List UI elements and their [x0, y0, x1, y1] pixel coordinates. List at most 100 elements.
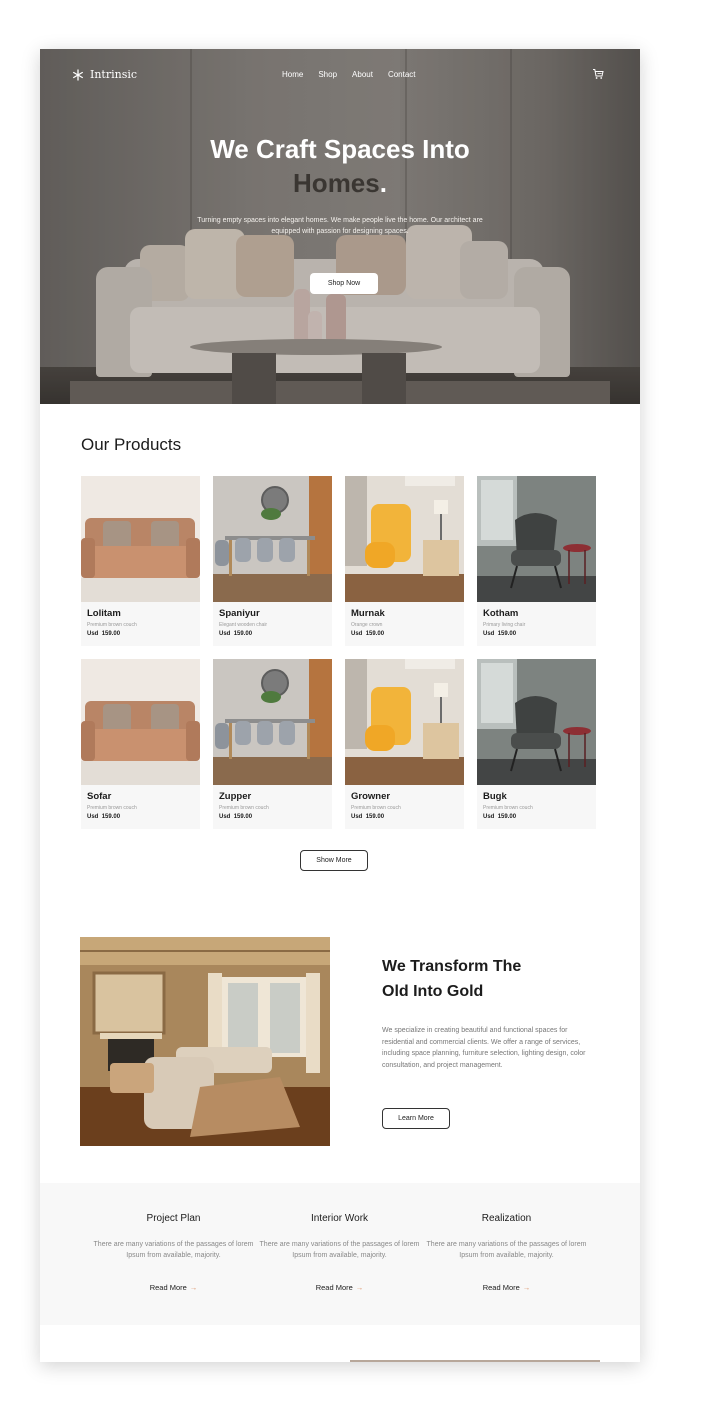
product-price: Usd 159.00: [219, 631, 252, 637]
product-image-gray-chair: [477, 476, 596, 602]
product-card[interactable]: Murnak Orange crown Usd 159.00: [345, 476, 464, 646]
about-text: We specialize in creating beautiful and …: [382, 1027, 586, 1069]
hero-title-dot: .: [379, 168, 387, 198]
products-title: Our Products: [81, 435, 182, 454]
product-currency: Usd: [351, 631, 363, 637]
feature-text: There are many variations of the passage…: [259, 1241, 420, 1259]
hero-title-line1: We Craft Spaces Into: [210, 134, 470, 164]
product-price: Usd 159.00: [483, 814, 516, 820]
feature-title: Project Plan: [146, 1213, 201, 1224]
landing-page: Intrinsic Home Shop About Contact We Cra…: [40, 49, 640, 1362]
product-desc: Premium brown couch: [219, 805, 269, 811]
product-currency: Usd: [483, 814, 495, 820]
product-card[interactable]: Zupper Premium brown couch Usd 159.00: [213, 659, 332, 829]
about-title-line1: We Transform The: [382, 958, 522, 975]
next-section-image-edge: [350, 1360, 600, 1362]
learn-more-button[interactable]: Learn More: [382, 1108, 450, 1129]
product-name: Zupper: [219, 791, 252, 802]
product-name: Murnak: [351, 608, 385, 619]
feature-title: Realization: [481, 1213, 532, 1224]
hero-title-highlight: Homes: [293, 168, 380, 198]
product-card[interactable]: Bugk Premium brown couch Usd 159.00: [477, 659, 596, 829]
product-currency: Usd: [219, 631, 231, 637]
read-more-link[interactable]: Read More →: [90, 1283, 257, 1292]
product-desc: Premium brown couch: [483, 805, 533, 811]
product-name: Sofar: [87, 791, 112, 802]
product-card[interactable]: Kotham Primary living chair Usd 159.00: [477, 476, 596, 646]
cart-icon[interactable]: [592, 67, 604, 79]
read-more-link[interactable]: Read More →: [423, 1283, 590, 1292]
product-currency: Usd: [87, 814, 99, 820]
hero-section: Intrinsic Home Shop About Contact We Cra…: [40, 49, 640, 404]
product-price: Usd 159.00: [351, 814, 384, 820]
nav-link-shop[interactable]: Shop: [318, 70, 337, 79]
product-price: Usd 159.00: [219, 814, 252, 820]
product-price-value: 159.00: [101, 814, 121, 820]
show-more-button[interactable]: Show More: [300, 850, 368, 871]
product-currency: Usd: [219, 814, 231, 820]
brand-name: Intrinsic: [90, 68, 138, 81]
product-price-value: 159.00: [365, 814, 385, 820]
product-price-value: 159.00: [101, 631, 121, 637]
product-card[interactable]: Growner Premium brown couch Usd 159.00: [345, 659, 464, 829]
about-living-room-image: [80, 937, 330, 1146]
shop-now-button[interactable]: Shop Now: [310, 273, 378, 294]
product-card[interactable]: Lolitam Premium brown couch Usd 159.00: [81, 476, 200, 646]
product-name: Bugk: [483, 791, 507, 802]
hero-subtitle: Turning empty spaces into elegant homes.…: [197, 217, 483, 235]
product-price-value: 159.00: [233, 631, 253, 637]
product-card[interactable]: Sofar Premium brown couch Usd 159.00: [81, 659, 200, 829]
nav-link-home[interactable]: Home: [282, 70, 303, 79]
product-price-value: 159.00: [497, 814, 517, 820]
product-price: Usd 159.00: [483, 631, 516, 637]
product-desc: Primary living chair: [483, 622, 526, 628]
nav-links: Home Shop About Contact: [282, 70, 431, 79]
arrow-right-icon: →: [355, 1283, 364, 1292]
product-currency: Usd: [351, 814, 363, 820]
product-desc: Premium brown couch: [87, 805, 137, 811]
about-title-line2: Old Into Gold: [382, 983, 484, 1000]
product-image-yellow-chair: [345, 659, 464, 785]
read-more-label: Read More: [149, 1283, 187, 1292]
product-currency: Usd: [483, 631, 495, 637]
hero-title-line2: Homes.: [40, 166, 640, 200]
product-desc: Premium brown couch: [351, 805, 401, 811]
product-price: Usd 159.00: [87, 814, 120, 820]
product-price-value: 159.00: [365, 631, 385, 637]
nav-link-about[interactable]: About: [352, 70, 373, 79]
features-section: Project Plan There are many variations o…: [40, 1183, 640, 1325]
read-more-link[interactable]: Read More →: [256, 1283, 423, 1292]
nav-link-contact[interactable]: Contact: [388, 70, 416, 79]
product-name: Lolitam: [87, 608, 121, 619]
arrow-right-icon: →: [189, 1283, 198, 1292]
read-more-label: Read More: [482, 1283, 520, 1292]
product-price-value: 159.00: [233, 814, 253, 820]
arrow-right-icon: →: [522, 1283, 531, 1292]
product-image-yellow-chair: [345, 476, 464, 602]
product-name: Kotham: [483, 608, 519, 619]
product-image-dining-set: [213, 659, 332, 785]
feature-text: There are many variations of the passage…: [426, 1241, 587, 1259]
product-image-brown-couch: [81, 659, 200, 785]
product-name: Growner: [351, 791, 391, 802]
product-price: Usd 159.00: [87, 631, 120, 637]
product-price-value: 159.00: [497, 631, 517, 637]
snowflake-icon: [72, 68, 84, 81]
product-card[interactable]: Spaniyur Elegant wooden chair Usd 159.00: [213, 476, 332, 646]
product-price: Usd 159.00: [351, 631, 384, 637]
product-image-brown-couch: [81, 476, 200, 602]
product-desc: Premium brown couch: [87, 622, 137, 628]
product-name: Spaniyur: [219, 608, 260, 619]
feature-text: There are many variations of the passage…: [93, 1241, 254, 1259]
brand-logo[interactable]: Intrinsic: [72, 68, 137, 81]
product-image-gray-chair: [477, 659, 596, 785]
read-more-label: Read More: [315, 1283, 353, 1292]
top-nav: Intrinsic Home Shop About Contact: [40, 49, 640, 101]
product-image-dining-set: [213, 476, 332, 602]
product-desc: Elegant wooden chair: [219, 622, 268, 628]
product-desc: Orange crown: [351, 622, 383, 628]
feature-title: Interior Work: [310, 1213, 369, 1224]
product-currency: Usd: [87, 631, 99, 637]
hero-title: We Craft Spaces Into Homes.: [40, 132, 640, 200]
about-title: We Transform The Old Into Gold: [382, 954, 521, 1004]
